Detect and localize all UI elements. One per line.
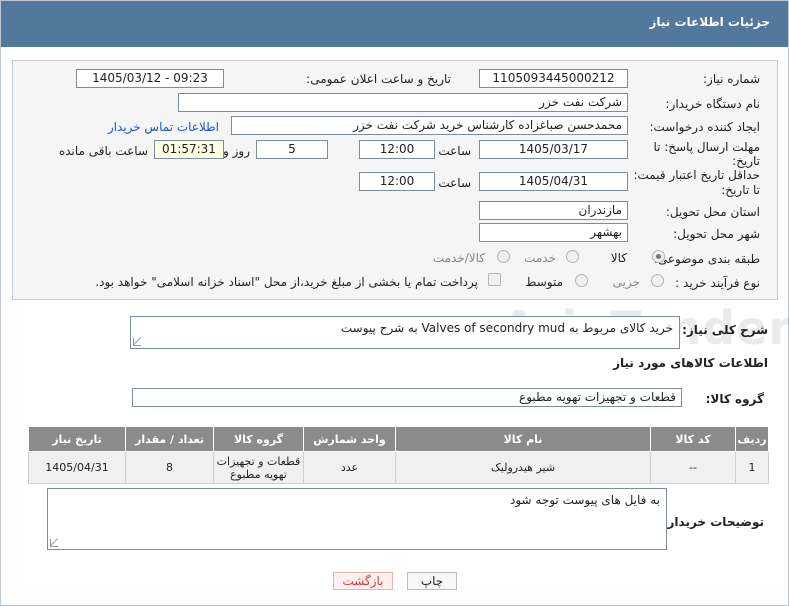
remaining-time-field: 01:57:31 — [154, 140, 224, 159]
resize-grip-icon[interactable] — [50, 539, 58, 547]
category-label: طبقه بندی موضوعی: — [653, 252, 760, 266]
deadline-date-field: 1405/03/17 — [479, 140, 628, 159]
category-radio-goods-service[interactable] — [497, 250, 510, 263]
column-header: ردیف — [735, 426, 769, 452]
column-header: تاریخ نیاز — [28, 426, 126, 452]
goods-table: ردیف کد کالا نام کالا واحد شمارش گروه کا… — [28, 426, 769, 484]
column-header: نام کالا — [395, 426, 651, 452]
need-number-field: 1105093445000212 — [479, 69, 628, 88]
validity-label-line1: حداقل تاریخ اعتبار قیمت: — [633, 168, 760, 182]
buyer-org-label: نام دستگاه خریدار: — [665, 97, 761, 111]
category-radio-goods[interactable] — [652, 250, 665, 263]
announce-label: تاریخ و ساعت اعلان عمومی: — [306, 72, 451, 86]
process-label: نوع فرآیند خرید : — [675, 276, 760, 290]
deadline-time-field: 12:00 — [359, 140, 435, 159]
deadline-time-label: ساعت — [438, 144, 471, 158]
process-radio-medium[interactable] — [575, 274, 588, 287]
announce-field: 1405/03/12 - 09:23 — [76, 69, 224, 88]
cell-unit: عدد — [303, 451, 396, 484]
cell-need-date: 1405/04/31 — [28, 451, 126, 484]
validity-date-field: 1405/04/31 — [479, 172, 628, 191]
page-title: جزئیات اطلاعات نیاز — [649, 15, 770, 29]
page-header: جزئیات اطلاعات نیاز — [1, 1, 788, 47]
category-option-service: خدمت — [524, 251, 556, 265]
resize-grip-icon[interactable] — [133, 338, 141, 346]
category-radio-service[interactable] — [566, 250, 579, 263]
table-row: 1 -- شیر هیدرولیک عدد قطعات و تجهیزات ته… — [28, 451, 769, 484]
city-label: شهر محل تحویل: — [673, 227, 760, 241]
column-header: تعداد / مقدار — [125, 426, 214, 452]
back-button[interactable]: بازگشت — [333, 572, 393, 590]
province-label: استان محل تحویل: — [665, 205, 760, 219]
days-label: روز و — [223, 144, 250, 158]
category-option-goods: کالا — [610, 251, 627, 265]
cell-goods-code: -- — [650, 451, 736, 484]
summary-field: خرید کالای مربوط به Valves of secondry m… — [130, 316, 680, 349]
cell-quantity: 8 — [125, 451, 214, 484]
need-number-label: شماره نیاز: — [703, 72, 760, 86]
summary-text: خرید کالای مربوط به Valves of secondry m… — [340, 321, 673, 335]
province-field: مازندران — [479, 201, 628, 220]
buyer-org-field: شرکت نفت خزر — [178, 93, 628, 112]
category-option-goods-service: کالا/خدمت — [432, 251, 485, 265]
print-button[interactable]: چاپ — [407, 572, 457, 590]
remaining-label: ساعت باقی مانده — [58, 144, 148, 158]
buyer-notes-field: به فایل های پیوست توجه شود — [47, 488, 667, 550]
deadline-label-line1: مهلت ارسال پاسخ: تا — [653, 140, 760, 154]
process-option-medium: متوسط — [525, 275, 563, 289]
payment-checkbox[interactable] — [488, 273, 501, 286]
goods-group-label: گروه کالا: — [705, 392, 764, 406]
validity-label-line2: تا تاریخ: — [721, 183, 760, 197]
creator-label: ایجاد کننده درخواست: — [649, 120, 760, 134]
contact-buyer-link[interactable]: اطلاعات تماس خریدار — [108, 120, 219, 134]
column-header: گروه کالا — [213, 426, 304, 452]
cell-row-number: 1 — [735, 451, 769, 484]
goods-section-title: اطلاعات کالاهای مورد نیاز — [613, 356, 768, 370]
cell-goods-group: قطعات و تجهیزات تهویه مطبوع — [213, 451, 304, 484]
creator-field: محمدحسن صباغزاده کارشناس خرید شرکت نفت خ… — [231, 116, 628, 135]
page-frame: جزئیات اطلاعات نیاز AriaTender.net شماره… — [0, 0, 789, 606]
validity-time-label: ساعت — [438, 176, 471, 190]
validity-time-field: 12:00 — [359, 172, 435, 191]
column-header: واحد شمارش — [303, 426, 396, 452]
deadline-label-line2: تاریخ: — [732, 154, 760, 168]
cell-goods-name: شیر هیدرولیک — [395, 451, 651, 484]
buyer-notes-label: توضیحات خریدار: — [662, 515, 764, 529]
city-field: بهشهر — [479, 223, 628, 242]
process-option-minor: جزیی — [612, 275, 640, 289]
column-header: کد کالا — [650, 426, 736, 452]
buyer-notes-text: به فایل های پیوست توجه شود — [509, 493, 660, 507]
days-field: 5 — [256, 140, 328, 159]
summary-label: شرح کلی نیاز: — [682, 323, 768, 337]
payment-note: پرداخت تمام یا بخشی از مبلغ خرید،از محل … — [95, 275, 478, 289]
process-radio-minor[interactable] — [651, 274, 664, 287]
goods-table-header: ردیف کد کالا نام کالا واحد شمارش گروه کا… — [28, 426, 769, 452]
goods-group-field: قطعات و تجهیزات تهویه مطبوع — [132, 388, 682, 407]
